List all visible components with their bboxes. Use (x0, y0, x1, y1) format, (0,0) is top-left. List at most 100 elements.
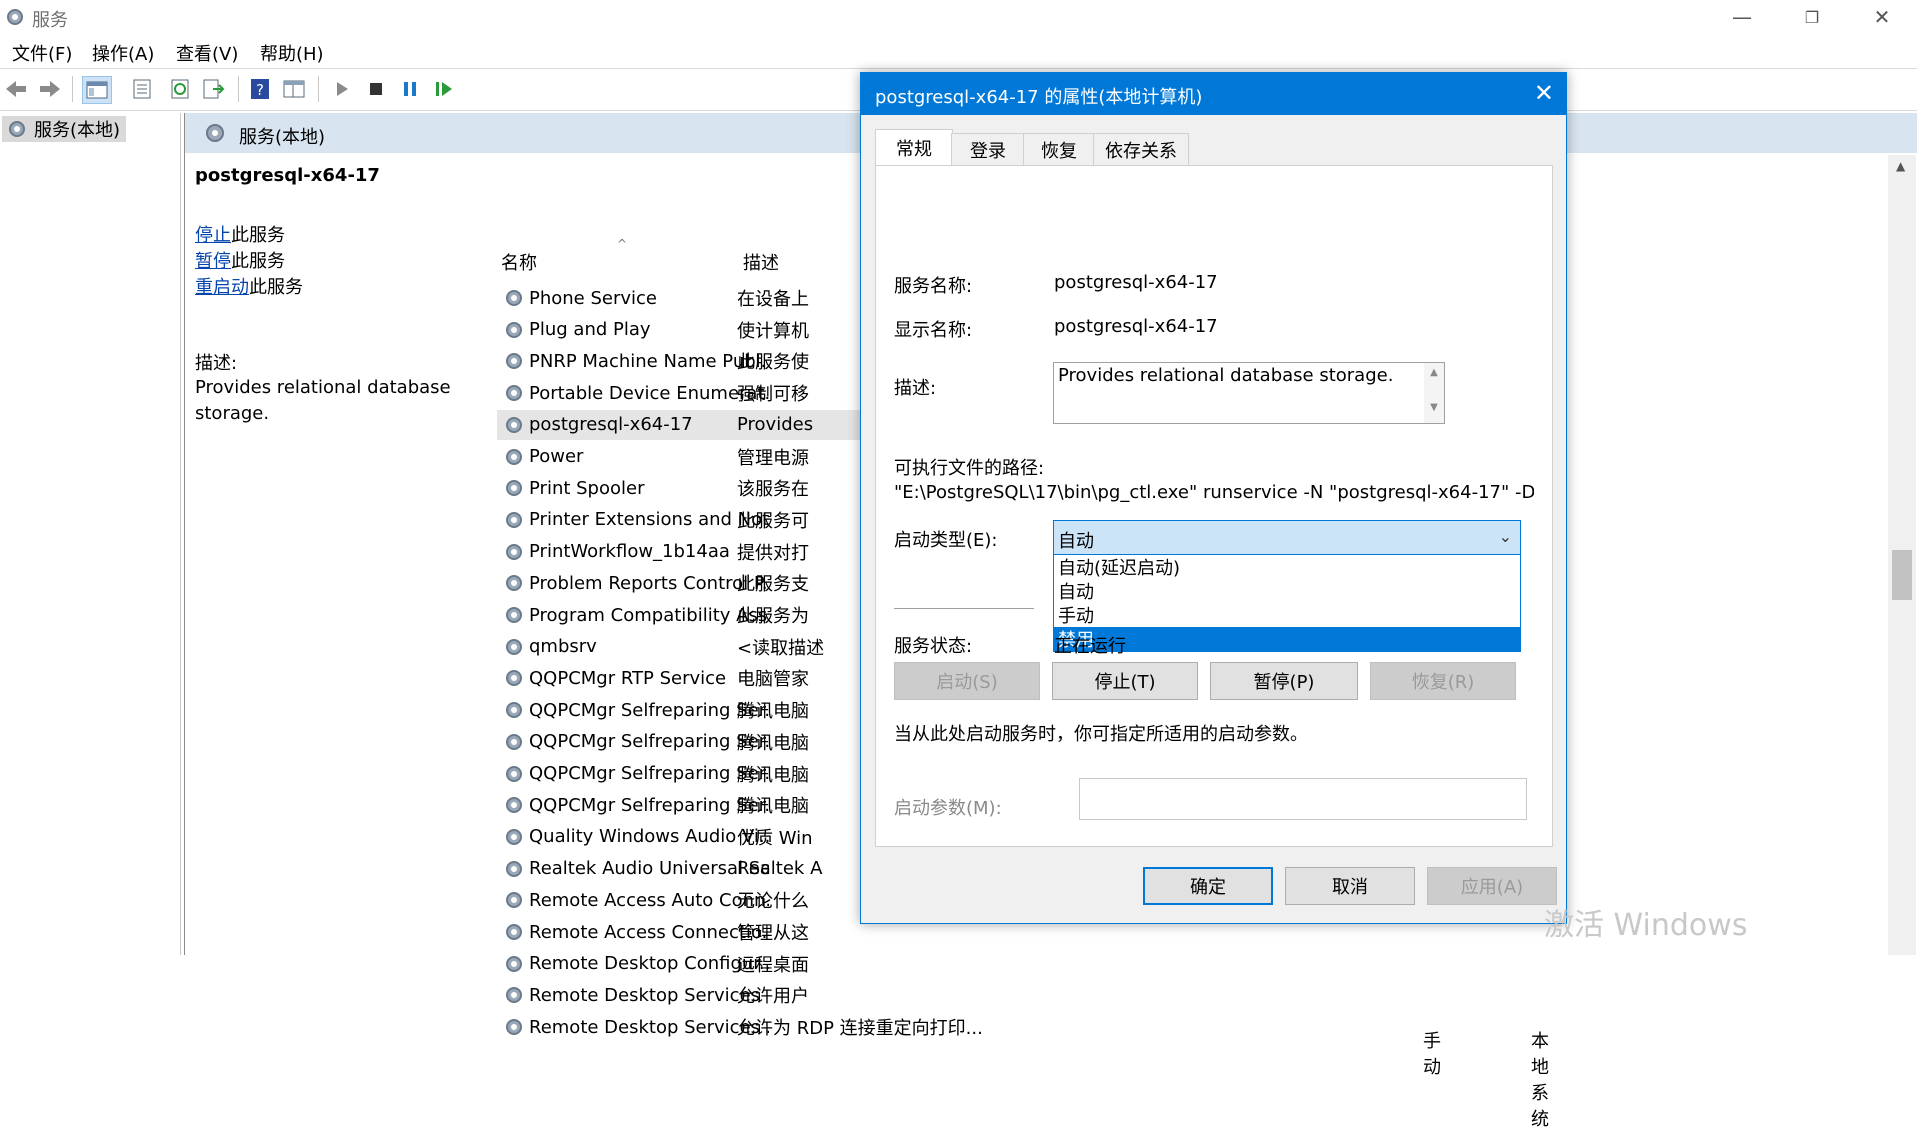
tree-item-services-local[interactable]: 服务(本地) (2, 116, 127, 142)
gear-icon (503, 604, 525, 626)
panel-title: 服务(本地) (239, 127, 326, 148)
start-button[interactable]: 启动(S) (894, 662, 1040, 700)
service-row[interactable]: Remote Desktop Services 允许用户 (497, 980, 1057, 1010)
tab-general[interactable]: 常规 (875, 129, 953, 166)
gear-icon (503, 984, 525, 1006)
service-description: 电脑管家 (737, 669, 809, 691)
stop-link[interactable]: 停止 (195, 225, 231, 246)
scroll-up-icon[interactable]: ▲ (1896, 159, 1905, 173)
description-textbox-text: Provides relational database storage. (1058, 365, 1394, 386)
description-label: 描述: (195, 353, 238, 374)
service-name: Portable Device Enumerat... (529, 382, 769, 404)
service-name: qmbsrv (529, 636, 597, 658)
service-description: 强制可移 (737, 384, 809, 406)
dialog-title: postgresql-x64-17 的属性(本地计算机) (875, 87, 1203, 108)
start-params-hint: 当从此处启动服务时，你可指定所适用的启动参数。 (894, 724, 1308, 745)
gear-icon (503, 541, 525, 563)
properties-icon[interactable] (128, 76, 156, 102)
back-icon[interactable] (2, 76, 30, 102)
last-row-startup-type: 手动 (1423, 1031, 1441, 1078)
refresh-icon[interactable] (166, 76, 194, 102)
column-header-name[interactable]: 名称 (501, 249, 537, 275)
list-scrollbar[interactable]: ▲ (1888, 155, 1916, 955)
service-row[interactable]: Remote Desktop Configur... 远程桌面 (497, 949, 1057, 979)
gear-icon (503, 1016, 525, 1038)
gear-icon (503, 699, 525, 721)
cancel-button[interactable]: 取消 (1285, 867, 1415, 905)
service-description: 腾讯电脑 (737, 701, 809, 723)
gear-icon (503, 636, 525, 658)
tab-dependencies[interactable]: 依存关系 (1093, 133, 1189, 166)
gear-icon (503, 953, 525, 975)
ok-button[interactable]: 确定 (1143, 867, 1273, 905)
stop-button[interactable]: 停止(T) (1052, 662, 1198, 700)
close-button[interactable]: ✕ (1847, 0, 1917, 34)
service-name: PNRP Machine Name Publ... (529, 350, 769, 372)
minimize-button[interactable]: — (1707, 0, 1777, 34)
description-scrollbar[interactable]: ▲ ▼ (1424, 363, 1444, 423)
path-label: 可执行文件的路径: (894, 458, 1045, 479)
console-tree-icon[interactable] (82, 76, 112, 104)
tab-recovery[interactable]: 恢复 (1023, 133, 1095, 166)
option-auto[interactable]: 自动 (1054, 579, 1520, 603)
help-icon[interactable]: ? (246, 76, 274, 102)
column-header-description[interactable]: 描述 (743, 249, 779, 275)
pause-icon[interactable] (396, 76, 424, 102)
option-manual[interactable]: 手动 (1054, 603, 1520, 627)
gear-icon (503, 414, 525, 436)
apply-button[interactable]: 应用(A) (1427, 867, 1557, 905)
menu-help[interactable]: 帮助(H) (260, 40, 324, 66)
dialog-titlebar: postgresql-x64-17 的属性(本地计算机) ✕ (861, 73, 1566, 115)
service-row[interactable]: Remote Desktop Services ... 允许为 RDP 连接重定向… (497, 1012, 1057, 1042)
chevron-down-icon: ⌄ (1498, 527, 1512, 546)
forward-icon[interactable] (36, 76, 64, 102)
pause-link-suffix: 此服务 (231, 251, 285, 272)
service-description: 此服务可 (737, 510, 809, 532)
pause-button[interactable]: 暂停(P) (1210, 662, 1358, 700)
gear-icon (9, 121, 25, 137)
show-hide-icon[interactable] (280, 76, 308, 102)
display-name-label: 显示名称: (894, 320, 973, 341)
service-status-value: 正在运行 (1054, 636, 1126, 657)
service-description: 腾讯电脑 (737, 796, 809, 818)
tab-logon[interactable]: 登录 (951, 133, 1025, 166)
service-description: 该服务在 (737, 479, 809, 501)
scroll-thumb[interactable] (1892, 550, 1912, 600)
service-name: QQPCMgr Selfreparing Ser... (529, 794, 769, 816)
restore-button[interactable]: ❐ (1777, 0, 1847, 34)
description-field-label: 描述: (894, 378, 937, 399)
description-textbox[interactable]: Provides relational database storage. ▲ ▼ (1053, 362, 1445, 424)
gear-icon (503, 572, 525, 594)
option-auto-delayed[interactable]: 自动(延迟启动) (1054, 555, 1520, 579)
start-params-input[interactable] (1079, 778, 1527, 820)
service-description: Realtek A (737, 858, 823, 880)
service-name: Power (529, 446, 584, 467)
gear-icon (503, 446, 525, 468)
stop-icon[interactable] (362, 76, 390, 102)
service-name-label: 服务名称: (894, 276, 973, 297)
resume-button[interactable]: 恢复(R) (1370, 662, 1516, 700)
service-name: QQPCMgr Selfreparing Ser... (529, 763, 769, 784)
start-params-label: 启动参数(M): (894, 798, 1002, 819)
service-description: 此服务使 (737, 352, 809, 374)
toolbar-divider (318, 76, 319, 102)
export-icon[interactable] (200, 76, 228, 102)
pause-link[interactable]: 暂停 (195, 251, 231, 272)
startup-type-combo[interactable]: 自动 ⌄ (1053, 520, 1521, 556)
service-description: 此服务支 (737, 574, 809, 596)
console-tree: 服务(本地) (0, 113, 181, 955)
window-titlebar: 服务 — ❐ ✕ (0, 0, 1917, 34)
play-icon[interactable] (328, 76, 356, 102)
gear-icon (503, 794, 525, 816)
restart-link[interactable]: 重启动 (195, 277, 249, 298)
gear-icon (503, 319, 525, 341)
restart-icon[interactable] (430, 76, 458, 102)
gear-icon (503, 667, 525, 689)
dialog-close-button[interactable]: ✕ (1534, 79, 1554, 107)
menu-file[interactable]: 文件(F) (12, 40, 72, 66)
menu-action[interactable]: 操作(A) (92, 40, 154, 66)
menu-view[interactable]: 查看(V) (176, 40, 238, 66)
gear-icon (503, 731, 525, 753)
service-description: <读取描述 (737, 637, 825, 659)
gear-icon (7, 9, 23, 25)
